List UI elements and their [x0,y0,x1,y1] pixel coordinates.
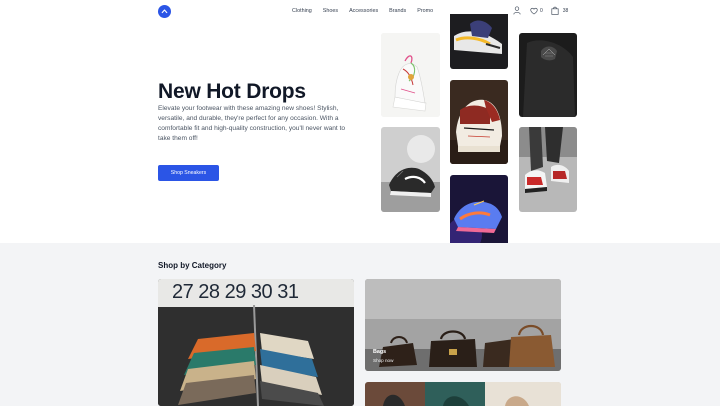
sneaker-photo-black-closeup[interactable] [519,33,577,117]
hero-description: Elevate your footwear with these amazing… [158,105,346,142]
nav-link-clothing[interactable]: Clothing [292,8,312,14]
wishlist-button[interactable]: 0 [530,7,543,15]
wishlist-count: 0 [540,7,543,14]
category-section-title: Shop by Category [158,261,227,270]
sneaker-photo-dark-top[interactable] [450,14,508,69]
hero-title: New Hot Drops [158,80,306,103]
rack-size-labels: 27 28 29 30 31 [172,281,299,303]
shopping-bag-icon [551,6,559,15]
sneaker-photo-jordan-street[interactable] [519,127,577,212]
cart-button[interactable]: 38 [551,6,569,15]
sneaker-photo-black-white-mono[interactable] [381,127,440,212]
category-label-bags: Bags [373,349,387,355]
category-link-bags-shop-now[interactable]: Shop now [373,358,393,363]
category-card-partial[interactable] [365,382,561,406]
shop-sneakers-button[interactable]: Shop Sneakers [158,165,219,181]
category-section [0,243,720,406]
site-header: Clothing Shoes Accessories Brands Promo … [0,0,720,22]
category-card-bags[interactable] [365,279,561,371]
store-logo-icon[interactable] [158,5,171,18]
heart-icon [530,7,538,15]
sneaker-photo-jordan-red[interactable] [450,80,508,164]
nav-link-brands[interactable]: Brands [389,8,406,14]
sneaker-photo-white-laces[interactable] [381,33,440,117]
header-actions: 0 38 [513,6,568,15]
cart-count: 38 [562,7,569,14]
nav-link-accessories[interactable]: Accessories [349,8,378,14]
user-icon[interactable] [513,6,521,15]
sneaker-photo-neon-blue[interactable] [450,175,508,244]
nav-link-shoes[interactable]: Shoes [323,8,338,14]
main-nav: Clothing Shoes Accessories Brands Promo [292,8,433,14]
nav-link-promo[interactable]: Promo [417,8,433,14]
